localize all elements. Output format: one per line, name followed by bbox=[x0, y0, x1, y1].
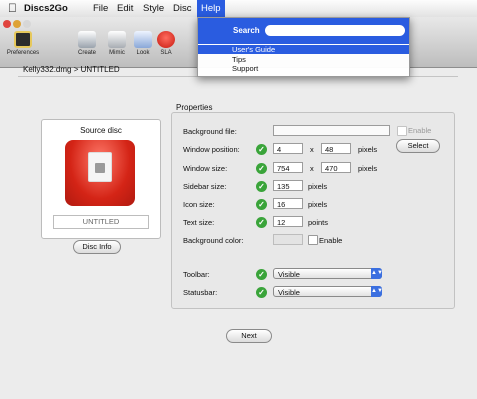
separator-x: x bbox=[310, 145, 314, 154]
toolbar-mimic-button[interactable]: Mimic bbox=[103, 31, 131, 56]
window-position-y-field[interactable]: 48 bbox=[321, 143, 351, 154]
source-disc-title: Source disc bbox=[80, 126, 122, 135]
background-color-enable-label: Enable bbox=[319, 236, 343, 245]
statusbar-visibility-select[interactable]: Visible ▲▼ bbox=[273, 286, 383, 297]
help-menu-dropdown: Search User's Guide Tips Support bbox=[197, 17, 410, 77]
statusbar-visibility-value: Visible bbox=[278, 288, 300, 297]
background-color-label: Background color: bbox=[183, 236, 244, 245]
checkmark-icon: ✓ bbox=[256, 199, 267, 210]
unit-label: pixels bbox=[308, 200, 328, 209]
popup-arrows-icon: ▲▼ bbox=[371, 286, 383, 297]
icon-size-label: Icon size: bbox=[183, 200, 215, 209]
minimize-window-icon[interactable] bbox=[13, 20, 21, 28]
disc-image-icon bbox=[65, 140, 135, 206]
text-size-field[interactable]: 12 bbox=[273, 216, 303, 227]
help-menu-item-users-guide[interactable]: User's Guide bbox=[198, 45, 409, 54]
checkmark-icon: ✓ bbox=[256, 287, 267, 298]
create-icon bbox=[78, 31, 96, 48]
separator-x: x bbox=[310, 164, 314, 173]
help-search-row: Search bbox=[198, 18, 409, 44]
disc-info-button[interactable]: Disc Info bbox=[73, 240, 121, 254]
look-icon bbox=[134, 31, 152, 48]
window-size-label: Window size: bbox=[183, 164, 228, 173]
window-size-width-field[interactable]: 754 bbox=[273, 162, 303, 173]
checkmark-icon: ✓ bbox=[256, 217, 267, 228]
document-icon bbox=[89, 153, 111, 181]
toolbar-preferences-button[interactable]: Preferences bbox=[6, 31, 40, 56]
unit-label: pixels bbox=[358, 145, 378, 154]
source-disc-panel: Source disc UNTITLED bbox=[41, 119, 161, 239]
sidebar-size-label: Sidebar size: bbox=[183, 182, 227, 191]
toolbar-visibility-select[interactable]: Visible ▲▼ bbox=[273, 268, 383, 279]
background-file-enable-checkbox[interactable] bbox=[397, 126, 407, 136]
checkmark-icon: ✓ bbox=[256, 163, 267, 174]
zoom-window-icon[interactable] bbox=[23, 20, 31, 28]
window-position-label: Window position: bbox=[183, 145, 240, 154]
sidebar-size-field[interactable]: 135 bbox=[273, 180, 303, 191]
background-color-enable-checkbox[interactable] bbox=[308, 235, 318, 245]
menu-app-name[interactable]: Discs2Go bbox=[24, 2, 68, 15]
toolbar-visibility-label: Toolbar: bbox=[183, 270, 210, 279]
disc-name-field[interactable]: UNTITLED bbox=[53, 215, 149, 229]
menu-file[interactable]: File bbox=[93, 2, 108, 15]
select-button[interactable]: Select bbox=[396, 139, 440, 153]
toolbar-label: Mimic bbox=[109, 50, 125, 56]
background-file-enable-label: Enable bbox=[408, 126, 432, 135]
toolbar-create-button[interactable]: Create bbox=[74, 31, 100, 56]
window-size-height-field[interactable]: 470 bbox=[321, 162, 351, 173]
help-search-label: Search bbox=[233, 26, 260, 35]
checkmark-icon: ✓ bbox=[256, 269, 267, 280]
toolbar-label: Look bbox=[136, 50, 150, 56]
help-search-input[interactable] bbox=[265, 25, 405, 36]
background-file-field[interactable] bbox=[273, 125, 390, 136]
sla-icon bbox=[157, 31, 175, 48]
menu-help[interactable]: Help bbox=[197, 0, 225, 17]
menu-bar:  Discs2Go File Edit Style Disc Help bbox=[0, 0, 477, 18]
mimic-icon bbox=[108, 31, 126, 48]
window-position-x-field[interactable]: 4 bbox=[273, 143, 303, 154]
statusbar-visibility-label: Statusbar: bbox=[183, 288, 218, 297]
toolbar-label: Preferences bbox=[6, 50, 40, 56]
checkmark-icon: ✓ bbox=[256, 181, 267, 192]
next-button[interactable]: Next bbox=[226, 329, 272, 343]
toolbar-label: Create bbox=[77, 50, 96, 56]
breadcrumb: Kelly332.dmg > UNTITLED bbox=[23, 65, 120, 74]
checkmark-icon: ✓ bbox=[256, 144, 267, 155]
background-file-label: Background file: bbox=[183, 127, 237, 136]
unit-label: pixels bbox=[308, 182, 328, 191]
menu-disc[interactable]: Disc bbox=[173, 2, 191, 15]
toolbar-sla-button[interactable]: SLA bbox=[155, 31, 177, 56]
unit-label: points bbox=[308, 218, 329, 227]
preferences-icon bbox=[14, 31, 32, 48]
menu-style[interactable]: Style bbox=[143, 2, 164, 15]
popup-arrows-icon: ▲▼ bbox=[371, 268, 383, 279]
help-menu-item-tips[interactable]: Tips bbox=[198, 55, 409, 64]
help-menu-item-support[interactable]: Support bbox=[198, 64, 409, 73]
toolbar-visibility-value: Visible bbox=[278, 270, 300, 279]
icon-size-field[interactable]: 16 bbox=[273, 198, 303, 209]
background-color-well[interactable] bbox=[273, 234, 303, 245]
text-size-label: Text size: bbox=[183, 218, 215, 227]
apple-icon[interactable]:  bbox=[8, 1, 17, 15]
toolbar-look-button[interactable]: Look bbox=[132, 31, 154, 56]
properties-title: Properties bbox=[176, 103, 213, 112]
toolbar-label: SLA bbox=[160, 50, 172, 56]
unit-label: pixels bbox=[358, 164, 378, 173]
menu-edit[interactable]: Edit bbox=[117, 2, 133, 15]
close-window-icon[interactable] bbox=[3, 20, 11, 28]
